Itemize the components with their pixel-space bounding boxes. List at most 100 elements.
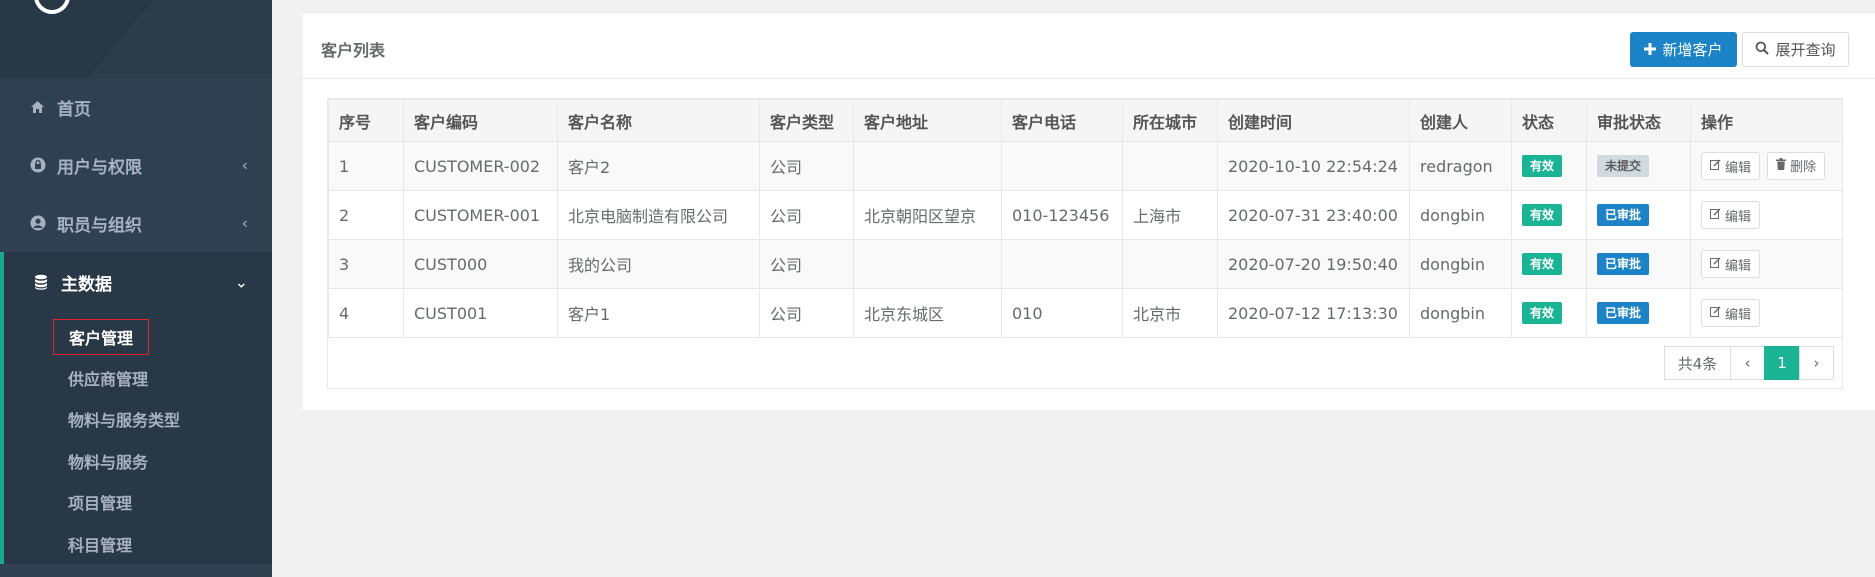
column-header[interactable]: 客户电话 xyxy=(1001,99,1123,142)
lock-icon xyxy=(30,157,50,173)
cell-status: 有效 xyxy=(1511,288,1587,338)
approval-badge: 已审批 xyxy=(1597,302,1650,324)
table-row[interactable]: 2 CUSTOMER-001 北京电脑制造有限公司 公司 北京朝阳区望京 010… xyxy=(328,190,1843,240)
cell-approval: 已审批 xyxy=(1586,190,1691,240)
cell-name: 客户2 xyxy=(557,141,760,191)
column-header: 操作 xyxy=(1690,99,1843,142)
cell-creator: dongbin xyxy=(1409,239,1512,289)
submenu-item-material-service[interactable]: 物料与服务 xyxy=(4,440,272,481)
sidebar-item-label: 用户与权限 xyxy=(57,157,142,178)
sidebar-item-users-permissions[interactable]: 用户与权限 ‹ xyxy=(0,136,272,194)
cell-type: 公司 xyxy=(759,288,854,338)
cell-address: 北京朝阳区望京 xyxy=(853,190,1002,240)
cell-actions: 编辑 xyxy=(1690,288,1843,338)
submenu-item-label: 客户管理 xyxy=(53,318,150,355)
sidebar-item-label: 职员与组织 xyxy=(57,215,142,236)
plus-icon xyxy=(1644,41,1657,59)
edit-button[interactable]: 编辑 xyxy=(1701,299,1761,327)
cell-created: 2020-07-20 19:50:40 xyxy=(1217,239,1410,289)
cell-name: 北京电脑制造有限公司 xyxy=(557,190,760,240)
cell-phone: 010 xyxy=(1001,288,1123,338)
column-header[interactable]: 所在城市 xyxy=(1122,99,1218,142)
add-customer-button[interactable]: 新增客户 xyxy=(1630,32,1737,67)
column-header[interactable]: 状态 xyxy=(1511,99,1587,142)
cell-city xyxy=(1122,239,1218,289)
cell-code: CUST000 xyxy=(403,239,558,289)
status-badge: 有效 xyxy=(1522,253,1563,275)
pagination-total: 共4条 xyxy=(1664,346,1731,380)
cell-actions: 编辑 删除 xyxy=(1690,141,1843,191)
header-decoration xyxy=(52,0,272,78)
cell-phone xyxy=(1001,239,1123,289)
submenu-item-customer-management[interactable]: 客户管理 xyxy=(4,316,272,357)
column-header[interactable]: 客户地址 xyxy=(853,99,1002,142)
status-badge: 有效 xyxy=(1522,155,1563,177)
sidebar-item-staff-org[interactable]: 职员与组织 ‹ xyxy=(0,194,272,252)
cell-name: 我的公司 xyxy=(557,239,760,289)
page-title: 客户列表 xyxy=(321,41,386,60)
edit-button[interactable]: 编辑 xyxy=(1701,152,1761,181)
delete-button[interactable]: 删除 xyxy=(1767,151,1826,180)
pagination-prev-button[interactable]: ‹ xyxy=(1730,346,1765,380)
cell-city: 北京市 xyxy=(1122,288,1218,338)
cell-phone: 010-123456 xyxy=(1001,190,1123,240)
cell-code: CUSTOMER-002 xyxy=(403,141,558,191)
pagination-next-button[interactable]: › xyxy=(1799,346,1834,380)
expand-query-label: 展开查询 xyxy=(1775,41,1836,59)
edit-button[interactable]: 编辑 xyxy=(1701,201,1761,229)
chevron-left-icon: ‹ xyxy=(241,213,248,233)
submenu-item-account-management[interactable]: 科目管理 xyxy=(4,523,272,564)
search-icon xyxy=(1755,41,1770,59)
table-row[interactable]: 1 CUSTOMER-002 客户2 公司 2020-10-10 22:54:2… xyxy=(328,141,1843,191)
cell-code: CUST001 xyxy=(403,288,558,338)
submenu-item-project-management[interactable]: 项目管理 xyxy=(4,482,272,523)
table-row[interactable]: 3 CUST000 我的公司 公司 2020-07-20 19:50:40 do… xyxy=(328,239,1843,289)
cell-created: 2020-07-12 17:13:30 xyxy=(1217,288,1410,338)
cell-status: 有效 xyxy=(1511,239,1587,289)
submenu-item-label: 物料与服务类型 xyxy=(68,411,181,431)
sidebar: 首页 用户与权限 ‹ 职员与组织 ‹ 主数据 ⌄ 客户管理 供应商管理 物料与服… xyxy=(0,0,272,577)
column-header[interactable]: 客户名称 xyxy=(557,99,760,142)
approval-badge: 未提交 xyxy=(1597,155,1650,177)
column-header[interactable]: 创建时间 xyxy=(1217,99,1410,142)
trash-icon xyxy=(1776,157,1787,174)
table-row[interactable]: 4 CUST001 客户1 公司 北京东城区 010 北京市 2020-07-1… xyxy=(328,288,1843,338)
column-header[interactable]: 创建人 xyxy=(1409,99,1512,142)
card-header: 客户列表 新增客户 展开查询 xyxy=(303,13,1875,79)
column-header[interactable]: 审批状态 xyxy=(1586,99,1691,142)
edit-icon xyxy=(1710,159,1721,174)
status-badge: 有效 xyxy=(1522,302,1563,324)
edit-button[interactable]: 编辑 xyxy=(1701,250,1761,278)
cell-status: 有效 xyxy=(1511,190,1587,240)
submenu-item-label: 物料与服务 xyxy=(68,452,149,472)
column-header[interactable]: 客户类型 xyxy=(759,99,854,142)
cell-creator: redragon xyxy=(1409,141,1512,191)
cell-actions: 编辑 xyxy=(1690,239,1843,289)
edit-label: 编辑 xyxy=(1725,307,1752,323)
cell-creator: dongbin xyxy=(1409,190,1512,240)
expand-query-button[interactable]: 展开查询 xyxy=(1742,32,1849,67)
master-data-submenu: 客户管理 供应商管理 物料与服务类型 物料与服务 项目管理 科目管理 xyxy=(0,312,272,565)
edit-label: 编辑 xyxy=(1725,160,1752,176)
sidebar-item-home[interactable]: 首页 xyxy=(0,78,272,136)
cell-type: 公司 xyxy=(759,239,854,289)
pagination-page-1[interactable]: 1 xyxy=(1764,346,1800,380)
submenu-item-material-service-types[interactable]: 物料与服务类型 xyxy=(4,399,272,440)
status-badge: 有效 xyxy=(1522,204,1563,226)
cell-no: 1 xyxy=(328,141,404,191)
sidebar-item-master-data[interactable]: 主数据 ⌄ xyxy=(0,252,272,312)
cell-type: 公司 xyxy=(759,141,854,191)
home-icon xyxy=(30,100,50,114)
column-header[interactable]: 客户编码 xyxy=(403,99,558,142)
column-header[interactable]: 序号 xyxy=(328,99,404,142)
edit-icon xyxy=(1710,208,1721,223)
submenu-item-label: 科目管理 xyxy=(68,535,133,555)
database-icon xyxy=(34,274,54,290)
submenu-item-label: 项目管理 xyxy=(68,494,133,514)
cell-approval: 未提交 xyxy=(1586,141,1691,191)
cell-approval: 已审批 xyxy=(1586,239,1691,289)
cell-no: 4 xyxy=(328,288,404,338)
edit-icon xyxy=(1710,306,1721,321)
submenu-item-supplier-management[interactable]: 供应商管理 xyxy=(4,357,272,398)
cell-actions: 编辑 xyxy=(1690,190,1843,240)
